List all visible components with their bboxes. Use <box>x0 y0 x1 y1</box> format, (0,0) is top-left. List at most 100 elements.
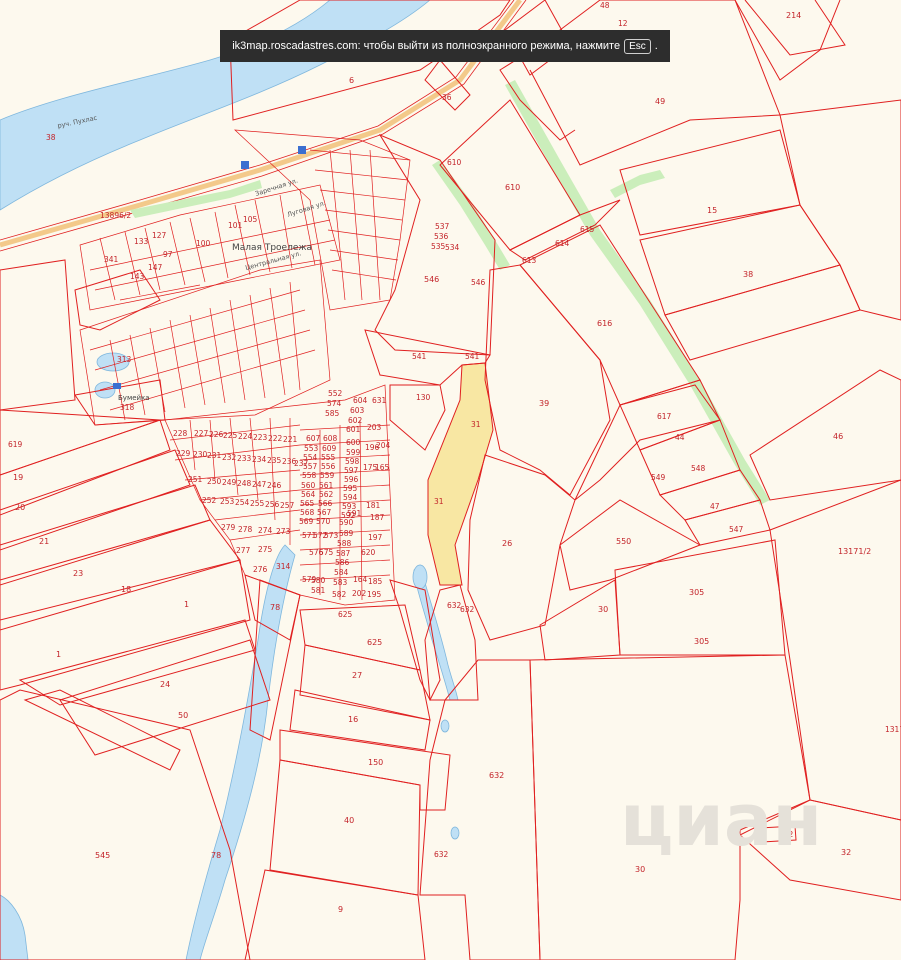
parcel-label: 597 <box>344 466 359 475</box>
parcel-label: 32 <box>841 848 851 857</box>
parcel-label: 13896/2 <box>100 211 131 220</box>
banner-text: ik3map.roscadastres.com: чтобы выйти из … <box>232 40 621 52</box>
parcel-label: 273 <box>276 527 291 536</box>
parcel-label: 632 <box>489 771 504 780</box>
parcel-label: 225 <box>223 431 238 440</box>
parcel-label: 31 <box>434 497 444 506</box>
parcel-label: 221 <box>283 435 298 444</box>
parcel-label: 247 <box>252 480 267 489</box>
parcel-label: 26 <box>502 539 512 548</box>
parcel-label: 224 <box>238 432 253 441</box>
parcel-label: 589 <box>339 529 354 538</box>
parcel-label: 608 <box>323 434 338 443</box>
parcel-label: 105 <box>243 215 258 224</box>
parcel-label: 133 <box>134 237 149 246</box>
parcel-label: 230 <box>193 450 208 459</box>
parcel-label: 609 <box>322 444 337 453</box>
parcel-label: 233 <box>237 454 252 463</box>
parcel-label: 255 <box>250 499 265 508</box>
parcel-label: 341 <box>104 255 119 264</box>
parcel-label: 222 <box>268 434 283 443</box>
parcel-label: 231 <box>207 451 222 460</box>
parcel-label: 223 <box>253 433 268 442</box>
parcel-label: 632 <box>460 605 475 614</box>
parcel-label: 558 <box>302 471 317 480</box>
parcel-label: 36 <box>442 93 452 102</box>
parcel-label: 614 <box>555 239 570 248</box>
parcel-label: 165 <box>375 463 390 472</box>
parcel-label: 314 <box>276 562 291 571</box>
parcel-label: 604 <box>353 396 368 405</box>
parcel-label: 616 <box>597 319 612 328</box>
parcel-label: 552 <box>328 389 343 398</box>
parcel-label: 613 <box>522 256 537 265</box>
parcel-label: 195 <box>367 590 382 599</box>
parcel-label: 229 <box>176 449 191 458</box>
parcel-label: 164 <box>353 575 368 584</box>
parcel-label: 537 <box>435 222 450 231</box>
parcel-label: 632 <box>434 850 449 859</box>
parcel-label: 101 <box>228 221 243 230</box>
parcel-label: 620 <box>361 548 376 557</box>
parcel-label: 181 <box>366 501 381 510</box>
parcel-label: 1 <box>56 650 61 659</box>
parcel-label: 599 <box>346 448 361 457</box>
fullscreen-banner: ik3map.roscadastres.com: чтобы выйти из … <box>220 30 670 62</box>
parcel-label: 227 <box>194 429 209 438</box>
parcel-label: 1317 <box>885 725 901 734</box>
parcel-label: 625 <box>367 638 382 647</box>
cadastral-map[interactable]: 214 12 48 49 6 36 38 610 610 15 38 616 6… <box>0 0 901 960</box>
parcel-label: 38 <box>743 270 753 279</box>
parcel-label: 100 <box>196 239 211 248</box>
parcel-label: 234 <box>252 455 267 464</box>
parcel-label: 546 <box>471 278 486 287</box>
parcel-label: 602 <box>348 416 363 425</box>
parcel-label: 600 <box>346 438 361 447</box>
parcel-label: 30 <box>598 605 608 614</box>
parcel-label: 13171/2 <box>838 547 871 556</box>
parcel-label: 214 <box>786 11 801 20</box>
parcel-label: 278 <box>238 525 253 534</box>
parcel-label: 545 <box>95 851 110 860</box>
parcel-label: 607 <box>306 434 321 443</box>
parcel-label: 24 <box>160 680 170 689</box>
pond <box>440 719 450 733</box>
parcel-label: 276 <box>253 565 268 574</box>
parcel-label: 318 <box>120 403 135 412</box>
parcel-label: 228 <box>173 429 188 438</box>
parcel-label: 97 <box>163 250 173 259</box>
parcel-label: 202 <box>352 589 367 598</box>
parcel-label: 185 <box>368 577 383 586</box>
parcel-label: 598 <box>345 457 360 466</box>
parcel-label: 19 <box>13 473 23 482</box>
parcel-label: 150 <box>368 758 383 767</box>
parcel-label: 196 <box>365 443 380 452</box>
parcel-label: 12 <box>618 19 628 28</box>
parcel-label: 252 <box>202 496 217 505</box>
parcel-label: 313 <box>117 355 132 364</box>
parcel-label: 275 <box>258 545 273 554</box>
parcel-label: 30 <box>635 865 645 874</box>
parcel-label: 246 <box>267 481 282 490</box>
parcel-label: 546 <box>424 275 439 284</box>
parcel-label: 556 <box>321 462 336 471</box>
parcel-label: 574 <box>327 399 342 408</box>
parcel-label: 31 <box>471 420 481 429</box>
parcel-label: 560 <box>301 481 316 490</box>
parcel-label: 78 <box>211 851 221 860</box>
parcel-label: 584 <box>334 568 349 577</box>
banner-end: . <box>654 40 658 52</box>
parcel-label: 581 <box>311 586 326 595</box>
village-name-2: Бумейка <box>118 394 150 402</box>
parcel-label: 203 <box>367 423 382 432</box>
parcel-label: 570 <box>316 517 331 526</box>
parcel-label: 18 <box>121 585 131 594</box>
parcel-label: 248 <box>237 479 252 488</box>
parcel-label: 147 <box>148 263 163 272</box>
parcel-label: 9 <box>338 905 343 914</box>
parcel-label: 46 <box>833 432 843 441</box>
parcel-label: 588 <box>337 539 352 548</box>
parcel-label: 1 <box>184 600 189 609</box>
parcel-label: 535 <box>431 242 446 251</box>
parcel-label: 44 <box>675 433 685 442</box>
